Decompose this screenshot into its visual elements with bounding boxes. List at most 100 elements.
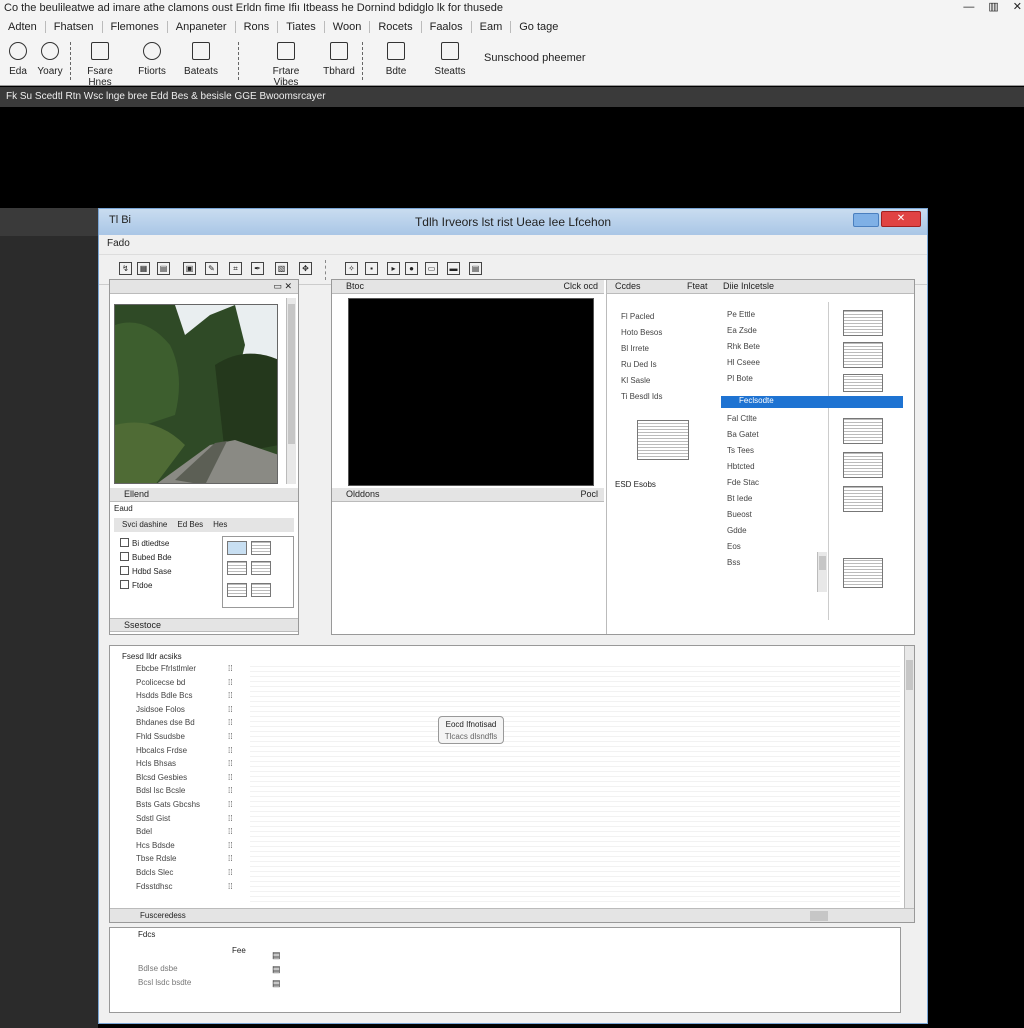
toolbar-button[interactable]: Bdte <box>372 40 420 84</box>
property-row[interactable]: Ebcbe Ffrlstlmler <box>136 664 196 673</box>
tree-item[interactable]: Bubed Bde <box>120 552 172 562</box>
asset-item[interactable]: Rhk Bete <box>727 342 760 351</box>
toolbar-button[interactable]: Fsare Hnes <box>76 40 124 88</box>
asset-item[interactable]: Bt Iede <box>727 494 752 503</box>
asset-icon[interactable] <box>843 486 883 512</box>
asset-item[interactable]: Eos <box>727 542 741 551</box>
menu-item[interactable]: Rocets <box>370 21 422 33</box>
asset-icon[interactable] <box>843 342 883 368</box>
menu-item[interactable]: Anpaneter <box>168 21 236 33</box>
tree-item[interactable]: Bi dtiedtse <box>120 538 169 548</box>
grid-icon[interactable]: ▦ <box>137 262 150 275</box>
move-icon[interactable]: ✥ <box>299 262 312 275</box>
horizontal-scroll-thumb[interactable] <box>810 911 828 921</box>
tab[interactable]: Hes <box>213 518 227 532</box>
property-row[interactable]: Fdsstdhsc <box>136 882 172 891</box>
asset-item[interactable]: Bss <box>727 558 740 567</box>
menu-item[interactable]: Fhatsen <box>46 21 103 33</box>
close-button[interactable]: ✕ <box>881 211 921 227</box>
asset-item[interactable]: Ts Tees <box>727 446 754 455</box>
asset-icon[interactable] <box>843 558 883 588</box>
asset-item[interactable]: Hbtcted <box>727 462 755 471</box>
property-row[interactable]: Pcolicecse bd <box>136 678 185 687</box>
property-row[interactable]: Tbse Rdsle <box>136 854 176 863</box>
toolbar-button[interactable]: Yoary <box>26 40 74 84</box>
property-row[interactable]: Fhld Ssudsbe <box>136 732 185 741</box>
window-menu[interactable]: Fado <box>99 235 927 255</box>
thumbnail[interactable] <box>251 583 271 597</box>
asset-item[interactable]: Hoto Besos <box>621 328 662 337</box>
crop-icon[interactable]: ⌗ <box>229 262 242 275</box>
property-row[interactable]: Sdstl Gist <box>136 814 170 823</box>
toolbar-button[interactable]: Steatts <box>426 40 474 84</box>
asset-item[interactable]: Bueost <box>727 510 752 519</box>
action-button[interactable]: Eocd Ifnotisad Tlcacs dlsndfls <box>438 716 504 744</box>
layout-icon[interactable]: ▤ <box>157 262 170 275</box>
menu-item[interactable]: Eam <box>472 21 512 33</box>
restore-icon[interactable]: ▥ <box>988 0 998 16</box>
film-icon[interactable]: ▬ <box>447 262 460 275</box>
property-row[interactable]: Hcs Bdsde <box>136 841 175 850</box>
asset-item[interactable]: Bl Irrete <box>621 344 649 353</box>
menu-item[interactable]: Go tage <box>511 21 566 33</box>
asset-icon[interactable] <box>843 418 883 444</box>
preview-image[interactable] <box>114 304 278 484</box>
minimize-button[interactable] <box>853 213 879 227</box>
pen-icon[interactable]: ✒ <box>251 262 264 275</box>
thumbnail[interactable] <box>227 583 247 597</box>
property-row[interactable]: Bdsl lsc Bcsle <box>136 786 185 795</box>
panel-controls-icon[interactable]: ▭ ✕ <box>273 280 292 293</box>
thumbnail[interactable] <box>227 561 247 575</box>
property-row[interactable]: Hsdds Bdle Bcs <box>136 691 192 700</box>
toolbar-button[interactable]: Ftiorts <box>128 40 176 84</box>
file-icon[interactable]: ▤ <box>272 948 281 962</box>
asset-scrollbar[interactable] <box>817 552 827 592</box>
file-icon[interactable]: ▤ <box>272 962 281 976</box>
monitor-icon[interactable]: ▭ <box>425 262 438 275</box>
asset-item[interactable]: Fl Pacled <box>621 312 654 321</box>
thumbnail[interactable] <box>251 561 271 575</box>
dot-icon[interactable]: ● <box>405 262 418 275</box>
menu-item[interactable]: Faalos <box>422 21 472 33</box>
asset-item[interactable]: Ea Zsde <box>727 326 757 335</box>
asset-item[interactable]: Ti Besdl Ids <box>621 392 663 401</box>
toolbar-button[interactable]: Bateats <box>177 40 225 84</box>
property-row[interactable]: Bsts Gats Gbcshs <box>136 800 200 809</box>
property-row[interactable]: Blcsd Gesbies <box>136 773 187 782</box>
preview-scrollbar[interactable] <box>286 298 296 484</box>
close-icon[interactable]: ✕ <box>1013 0 1022 16</box>
tab[interactable]: Ed Bes <box>177 518 203 532</box>
menu-item[interactable]: Woon <box>325 21 371 33</box>
bottom-row[interactable]: Bdlse dsbe <box>138 962 178 976</box>
brush-icon[interactable]: ✎ <box>205 262 218 275</box>
asset-icon[interactable] <box>843 452 883 478</box>
play-icon[interactable]: ▸ <box>387 262 400 275</box>
asset-icon[interactable] <box>843 310 883 336</box>
asset-item[interactable]: Ba Gatet <box>727 430 759 439</box>
tab[interactable]: Svci dashine <box>122 518 167 532</box>
asset-item[interactable]: Gdde <box>727 526 747 535</box>
tree-item[interactable]: Ftdoe <box>120 580 152 590</box>
tree-item[interactable]: Hdbd Sase <box>120 566 172 576</box>
asset-item[interactable]: Pe Ettle <box>727 310 755 319</box>
frame-icon[interactable]: ▣ <box>183 262 196 275</box>
window-titlebar[interactable]: Tl Bi Tdlh Irveors lst rist Ueae Iee Lfc… <box>99 209 927 235</box>
thumbnail[interactable] <box>251 541 271 555</box>
toolbar-button[interactable]: Tbhard <box>315 40 363 84</box>
toolbar-button[interactable]: Frtare Vibes <box>262 40 310 88</box>
asset-item[interactable]: Kl Sasle <box>621 376 650 385</box>
asset-item[interactable]: Fal Ctlte <box>727 414 757 423</box>
save-icon[interactable]: ▪ <box>365 262 378 275</box>
asset-item[interactable]: Pl Bote <box>727 374 753 383</box>
asset-icon[interactable] <box>843 374 883 392</box>
property-row[interactable]: Hcls Bhsas <box>136 759 176 768</box>
video-preview[interactable] <box>348 298 594 486</box>
menu-item[interactable]: Flemones <box>103 21 168 33</box>
wrench-icon[interactable]: ↯ <box>119 262 132 275</box>
menu-item[interactable]: Rons <box>236 21 279 33</box>
property-row[interactable]: Bdcls Slec <box>136 868 173 877</box>
property-row[interactable]: Bhdanes dse Bd <box>136 718 195 727</box>
menu-item[interactable]: Adten <box>0 21 46 33</box>
asset-item[interactable]: Fde Stac <box>727 478 759 487</box>
file-icon[interactable]: ▤ <box>272 976 281 990</box>
